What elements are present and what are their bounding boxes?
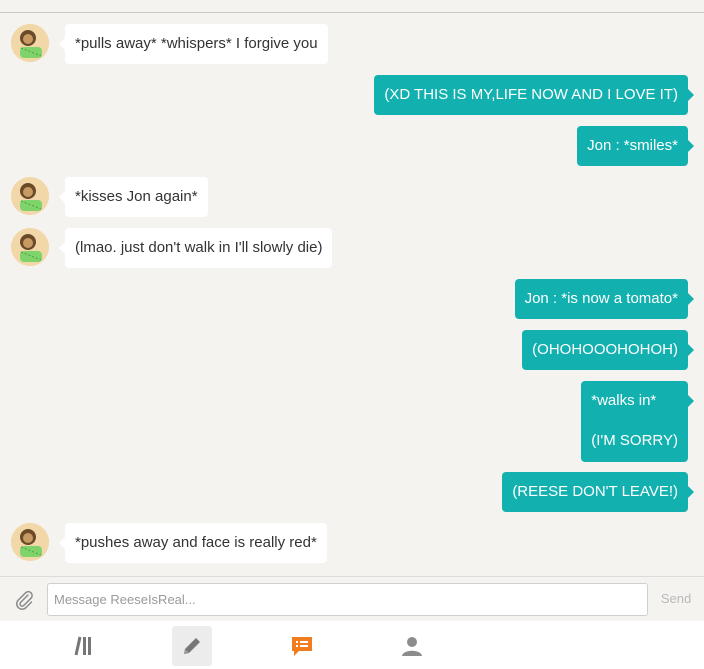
avatar-icon xyxy=(11,523,49,561)
message-text: *walks in* xyxy=(591,392,657,409)
pencil-icon xyxy=(184,638,200,654)
message-text: *pulls away* *whispers* I forgive you xyxy=(75,35,318,52)
message-bubble-incoming[interactable]: (lmao. just don't walk in I'll slowly di… xyxy=(58,228,333,268)
message-text: (XD THIS IS MY,LIFE NOW AND I LOVE IT) xyxy=(384,86,678,103)
message-text: (REESE DON'T LEAVE!) xyxy=(512,483,678,500)
message-text: *kisses Jon again* xyxy=(75,188,198,205)
library-icon xyxy=(74,636,91,656)
message-bubble-outgoing[interactable]: (REESE DON'T LEAVE!) xyxy=(502,472,694,512)
message-text: *pushes away and face is really red* xyxy=(75,534,317,551)
message-text: (I'M SORRY) xyxy=(591,432,678,449)
tab-write[interactable] xyxy=(172,626,212,666)
message-bubble-incoming[interactable]: *pulls away* *whispers* I forgive you xyxy=(59,24,328,64)
message-bubble-outgoing[interactable]: Jon : *is now a tomato* xyxy=(514,279,695,319)
message-bubble-outgoing[interactable]: (XD THIS IS MY,LIFE NOW AND I LOVE IT) xyxy=(374,75,694,115)
avatar-icon xyxy=(11,24,49,62)
top-divider xyxy=(0,0,704,13)
message-list[interactable]: *pulls away* *whispers* I forgive you (X… xyxy=(0,13,704,576)
message-composer: Send xyxy=(0,576,704,622)
message-bubble-outgoing[interactable]: (OHOHOOOHOHOH) xyxy=(522,330,694,370)
tab-messages[interactable] xyxy=(282,626,322,666)
avatar-icon xyxy=(11,228,49,266)
message-text: Jon : *is now a tomato* xyxy=(524,290,678,307)
message-text: (OHOHOOOHOHOH) xyxy=(532,341,678,358)
message-text: Jon : *smiles* xyxy=(587,137,678,154)
message-text: (lmao. just don't walk in I'll slowly di… xyxy=(75,239,323,256)
avatar[interactable] xyxy=(11,177,49,215)
paperclip-icon[interactable] xyxy=(13,589,35,611)
message-bubble-incoming[interactable]: *kisses Jon again* xyxy=(59,177,208,217)
bottom-tab-bar xyxy=(0,621,704,669)
avatar[interactable] xyxy=(11,523,49,561)
send-button[interactable]: Send xyxy=(652,587,700,611)
message-bubble-outgoing[interactable]: Jon : *smiles* xyxy=(577,126,694,166)
message-bubble-incoming[interactable]: *pushes away and face is really red* xyxy=(59,523,327,563)
message-input[interactable] xyxy=(47,583,648,616)
avatar[interactable] xyxy=(11,24,49,62)
tab-profile[interactable] xyxy=(392,626,432,666)
message-bubble-outgoing[interactable]: *walks in* (I'M SORRY) xyxy=(581,381,694,462)
chat-icon xyxy=(292,637,312,656)
avatar[interactable] xyxy=(11,228,49,266)
tab-library[interactable] xyxy=(62,626,102,666)
avatar-icon xyxy=(11,177,49,215)
profile-icon xyxy=(402,637,422,656)
